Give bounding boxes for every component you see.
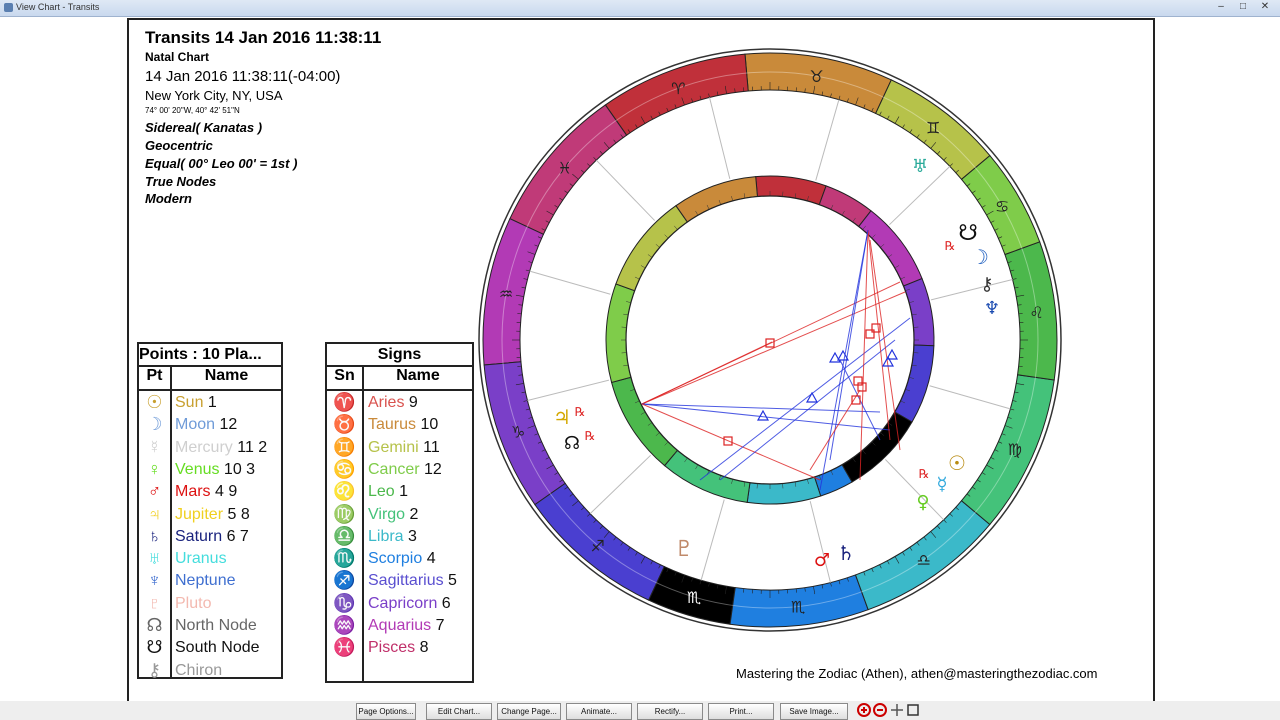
transit-planet-icon: ♃ bbox=[553, 405, 571, 429]
transit-planet-icon: ♀ bbox=[916, 492, 929, 513]
zoom-in-icon[interactable] bbox=[856, 702, 872, 718]
transit-planet-icon: ⚷ bbox=[980, 274, 993, 295]
zodiac-sign-icon: ♉ bbox=[809, 67, 823, 86]
toolbar-button[interactable]: Page Options... bbox=[356, 703, 416, 720]
zodiac-sign-icon: ♐ bbox=[591, 536, 605, 555]
zodiac-sign-icon: ♓ bbox=[558, 159, 572, 178]
move-icon[interactable] bbox=[889, 702, 905, 718]
zodiac-sign-icon: ♒ bbox=[499, 284, 513, 303]
zodiac-sign-icon: ♎ bbox=[917, 551, 931, 570]
toolbar-button[interactable]: Rectify... bbox=[637, 703, 703, 720]
transit-planet-icon: ☽ bbox=[971, 245, 989, 269]
retrograde-icon: ℞ bbox=[945, 239, 956, 253]
zodiac-sign-icon: ♊ bbox=[926, 118, 940, 137]
zoom-out-icon[interactable] bbox=[872, 702, 888, 718]
zodiac-sign-icon: ♍ bbox=[1008, 440, 1022, 459]
transit-planet-icon: ♅ bbox=[912, 156, 928, 177]
transit-planet-icon: ☋ bbox=[958, 221, 978, 246]
zodiac-sign-icon: ♌ bbox=[1029, 303, 1043, 322]
zodiac-sign-icon: ♏ bbox=[791, 598, 805, 617]
transit-planet-icon: ♄ bbox=[837, 541, 855, 565]
toolbar-button[interactable]: Change Page... bbox=[497, 703, 561, 720]
credit-line: Mastering the Zodiac (Athen), athen@mast… bbox=[736, 666, 1098, 681]
transit-planet-icon: ☉ bbox=[948, 451, 966, 475]
chart-wheel: ♉ ♈ ♓ ♒ ♑ ♐ ♏ ♏ ♎ ♍ ♌ ♋ ♊ ♅ ☋☽ ⚷ ♆ ♃ ☊ ☉ ♀ ♄ ♂ ♇ ☿ ℞ ℞ ℞ ℞ bbox=[478, 48, 1062, 632]
toolbar-button[interactable]: Edit Chart... bbox=[426, 703, 492, 720]
transit-planet-icon: ♇ bbox=[674, 537, 694, 562]
transit-planet-icon: ☊ bbox=[564, 433, 580, 454]
retrograde-icon: ℞ bbox=[575, 405, 586, 419]
toolbar-button[interactable]: Animate... bbox=[566, 703, 632, 720]
zodiac-sign-icon: ♏ bbox=[687, 588, 701, 607]
toolbar-button[interactable]: Print... bbox=[708, 703, 774, 720]
transit-planet-icon: ♆ bbox=[984, 298, 1000, 319]
toolbar-button[interactable]: Save Image... bbox=[780, 703, 848, 720]
transit-planet-icon: ☿ bbox=[936, 474, 947, 495]
transit-planet-icon: ♂ bbox=[814, 550, 830, 571]
fit-page-icon[interactable] bbox=[905, 702, 921, 718]
aspect-circle bbox=[625, 195, 915, 485]
zodiac-sign-icon: ♈ bbox=[671, 79, 685, 98]
retrograde-icon: ℞ bbox=[919, 467, 930, 481]
zodiac-sign-icon: ♑ bbox=[511, 423, 525, 442]
retrograde-icon: ℞ bbox=[585, 429, 596, 443]
zodiac-sign-icon: ♋ bbox=[995, 197, 1009, 216]
